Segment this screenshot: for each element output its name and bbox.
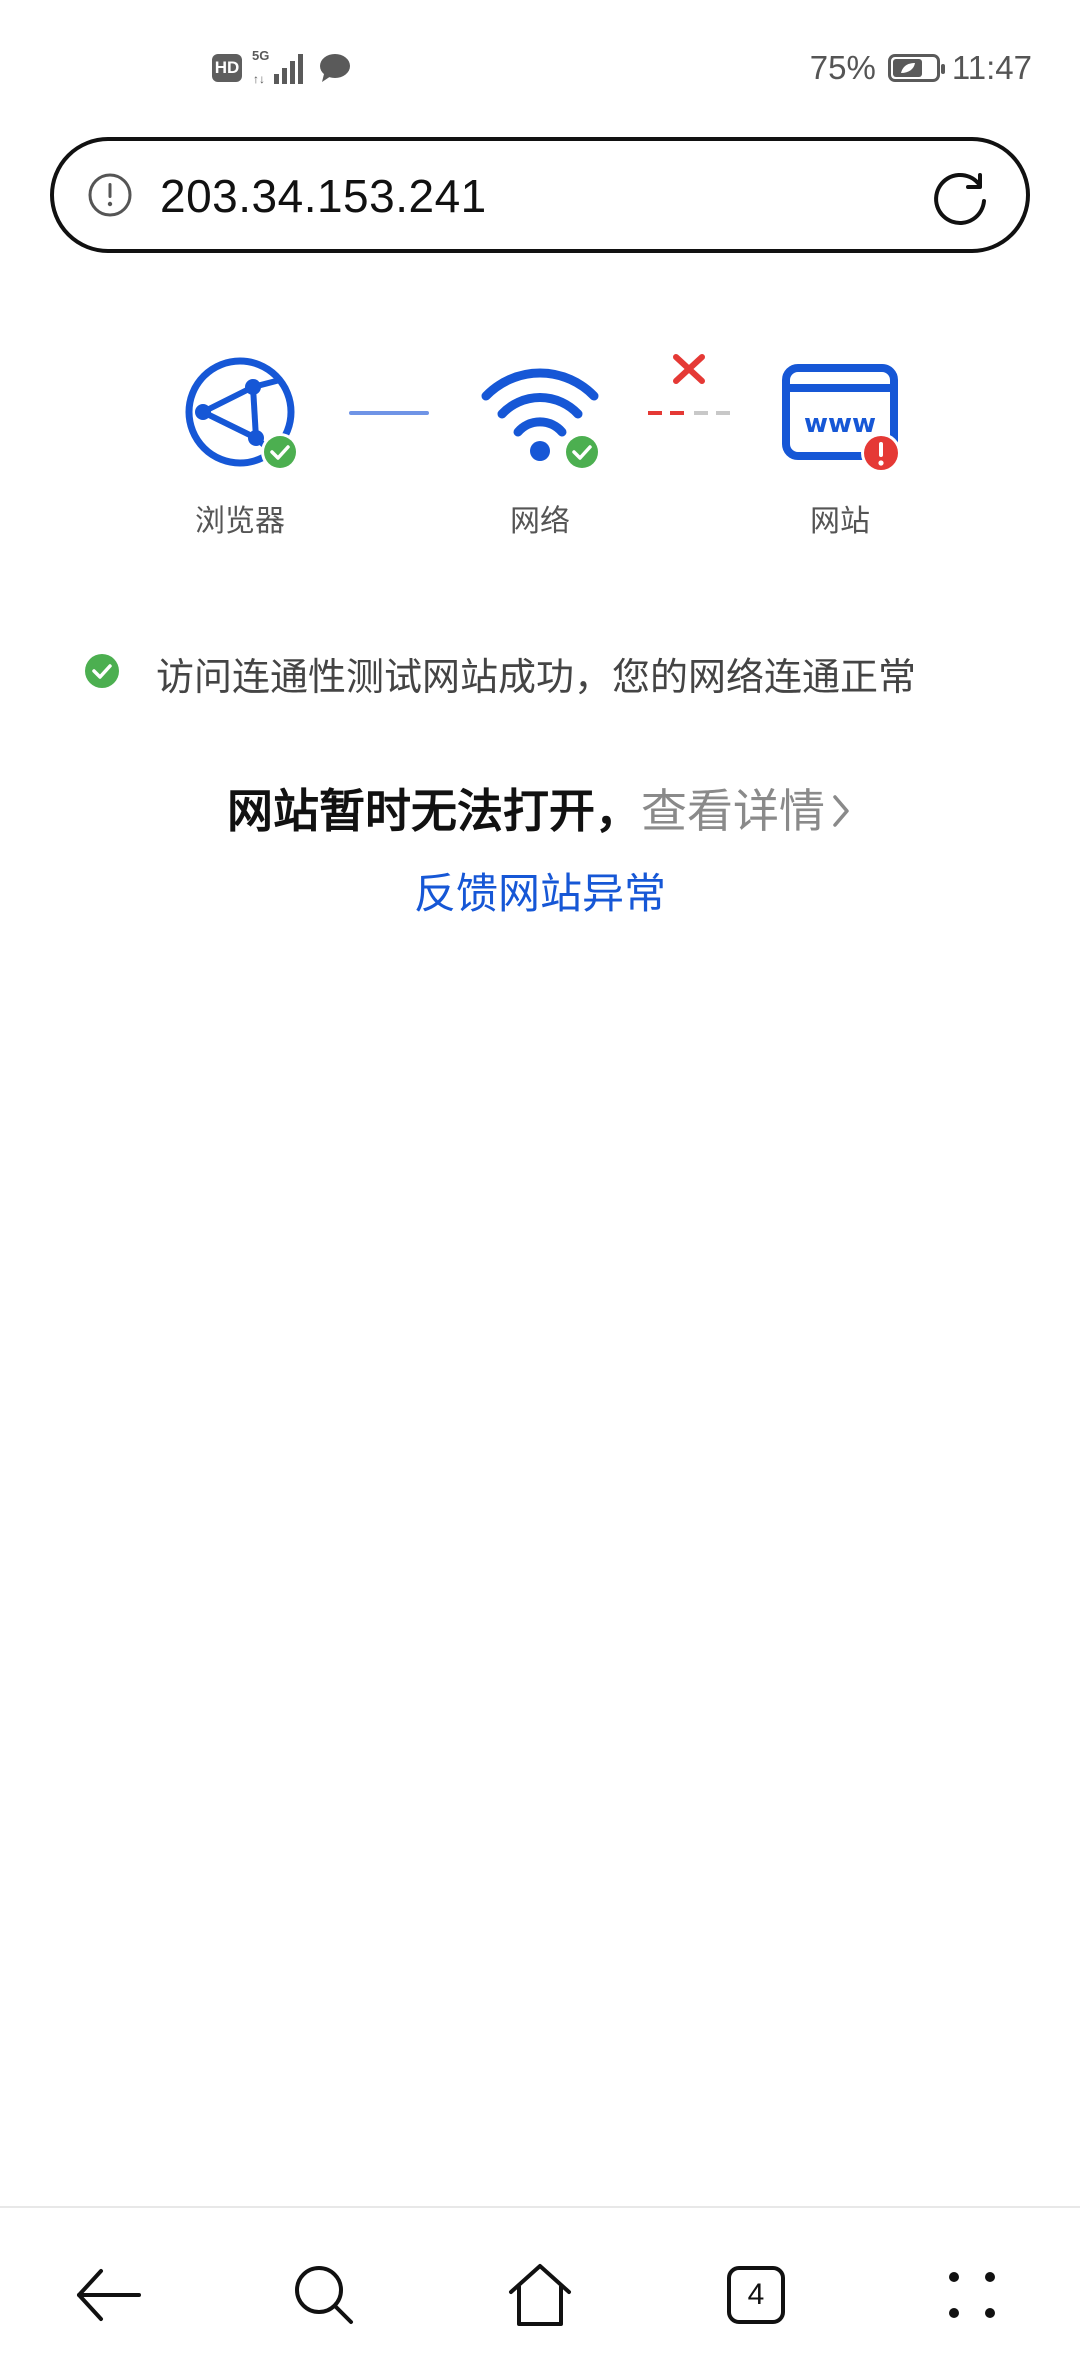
- network-label: 网络: [510, 504, 570, 539]
- check-badge-icon: [563, 433, 601, 471]
- home-icon: [509, 2264, 571, 2326]
- network-node: [480, 352, 601, 476]
- bottom-nav-divider: [0, 2206, 1080, 2208]
- clock: 11:47: [951, 49, 1032, 86]
- website-label: 网站: [810, 504, 870, 539]
- report-website-link[interactable]: 反馈网站异常: [0, 860, 1080, 921]
- tabs-button[interactable]: 4: [716, 2255, 796, 2335]
- back-button[interactable]: [68, 2255, 148, 2335]
- info-icon[interactable]: [86, 171, 134, 219]
- battery-icon: [887, 54, 945, 82]
- check-badge-icon: [261, 433, 299, 471]
- status-bar-right: 75% 11:47: [810, 46, 1032, 90]
- network-website-link: [646, 352, 732, 422]
- battery-percent: 75%: [809, 49, 876, 86]
- error-badge-icon: [861, 433, 901, 473]
- browser-node: [180, 352, 300, 476]
- view-details-label[interactable]: 查看详情: [641, 784, 825, 838]
- more-icon: [949, 2272, 995, 2318]
- tab-count: 4: [747, 2278, 765, 2311]
- chevron-right-icon: [833, 795, 849, 827]
- home-button[interactable]: [500, 2255, 580, 2335]
- tabs-icon: 4: [727, 2266, 785, 2324]
- refresh-icon[interactable]: [932, 167, 992, 227]
- broken-link-icon: [648, 354, 730, 415]
- browser-label: 浏览器: [195, 504, 285, 539]
- hd-icon: HD: [212, 54, 242, 82]
- more-button[interactable]: [932, 2255, 1012, 2335]
- svg-text:↑↓: ↑↓: [253, 72, 265, 86]
- message-icon: [320, 54, 350, 82]
- browser-network-link: [349, 411, 429, 415]
- search-icon: [295, 2266, 353, 2324]
- signal-icon: 5G ↑↓: [252, 48, 308, 86]
- connectivity-ok-message: 访问连通性测试网站成功，您的网络连通正常: [156, 655, 917, 699]
- url-text[interactable]: 203.34.153.241: [160, 169, 487, 223]
- ok-check-icon: [85, 654, 119, 688]
- website-node: www: [780, 352, 901, 476]
- view-details-link[interactable]: 查看详情: [641, 784, 853, 838]
- status-bar-left: HD 5G ↑↓: [212, 48, 352, 88]
- address-bar[interactable]: 203.34.153.241: [50, 137, 1030, 253]
- search-button[interactable]: [284, 2255, 364, 2335]
- back-icon: [77, 2269, 141, 2321]
- error-message-text: 网站暂时无法打开，: [227, 784, 641, 838]
- error-message: 网站暂时无法打开，查看详情: [0, 775, 1080, 841]
